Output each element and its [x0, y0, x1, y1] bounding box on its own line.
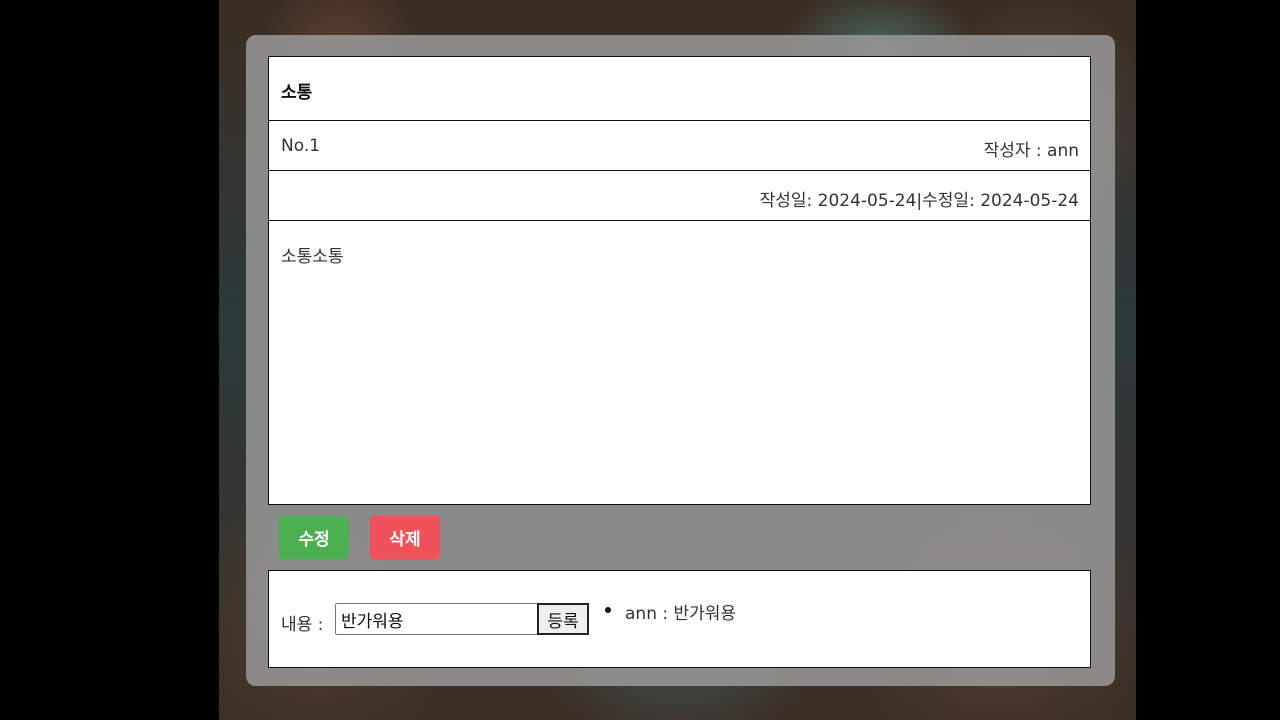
comment-text: ann : 반가워용	[625, 604, 737, 624]
comment-section: 내용 : 등록 ann : 반가워용	[268, 570, 1091, 668]
post-author: 작성자 : ann	[983, 141, 1079, 161]
post-dates: 작성일: 2024-05-24|수정일: 2024-05-24	[759, 191, 1079, 211]
comment-input[interactable]	[335, 603, 538, 635]
comment-submit-button[interactable]: 등록	[537, 603, 589, 635]
comment-input-label: 내용 :	[281, 615, 324, 635]
edit-button[interactable]: 수정	[279, 516, 349, 559]
post-meta-row: No.1 작성자 : ann	[268, 121, 1091, 172]
post-title-row: 소통	[268, 56, 1091, 122]
post-number: No.1	[281, 136, 321, 156]
bullet-icon	[605, 607, 611, 613]
comment-list: ann : 반가워용	[605, 599, 736, 624]
comment-item: ann : 반가워용	[605, 599, 736, 624]
post-title: 소통	[281, 83, 313, 103]
post-content: 소통소통	[281, 247, 344, 267]
delete-button[interactable]: 삭제	[370, 516, 440, 559]
post-content-area: 소통소통	[268, 221, 1091, 505]
post-card: 소통 No.1 작성자 : ann 작성일: 2024-05-24|수정일: 2…	[246, 35, 1115, 686]
post-dates-row: 작성일: 2024-05-24|수정일: 2024-05-24	[268, 171, 1091, 222]
